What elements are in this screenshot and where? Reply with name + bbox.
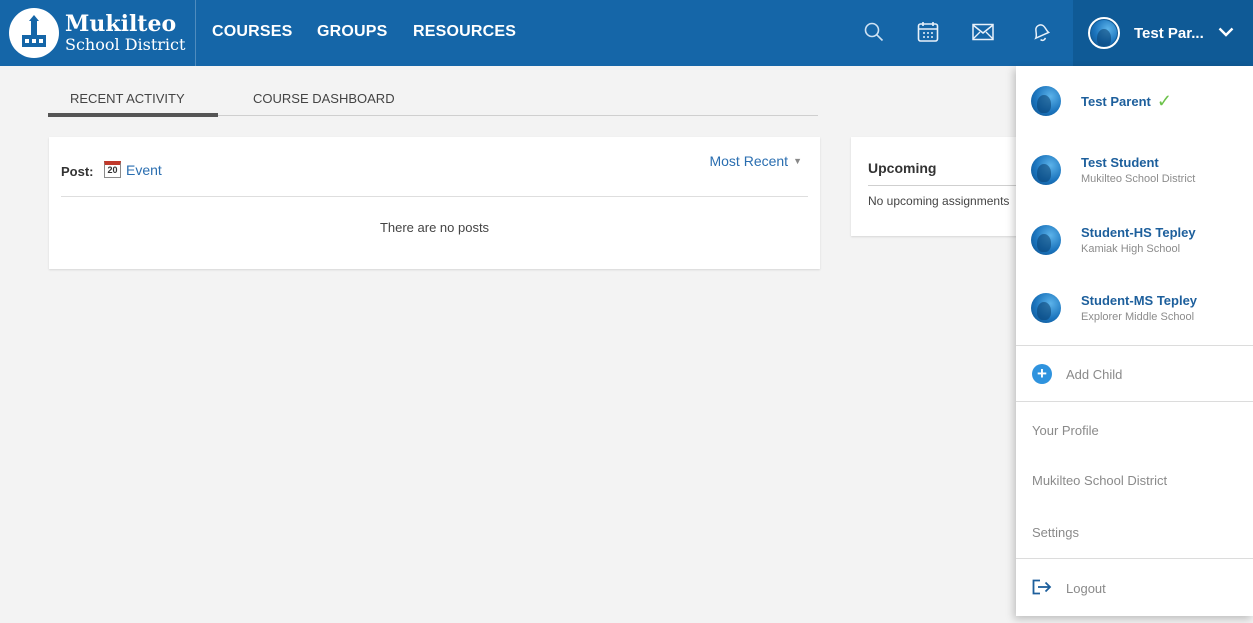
top-navigation-bar: Mukilteo School District COURSES GROUPS …	[0, 0, 1253, 66]
brand-subname: School District	[65, 35, 186, 54]
add-child-label: Add Child	[1066, 366, 1123, 382]
active-tab-indicator	[48, 113, 218, 117]
calendar-icon[interactable]	[915, 19, 941, 45]
post-label: Post:	[61, 164, 94, 179]
tab-recent-activity[interactable]: RECENT ACTIVITY	[70, 91, 185, 106]
add-child-button[interactable]: + Add Child	[1016, 355, 1253, 393]
your-profile-label: Your Profile	[1032, 422, 1099, 438]
mail-icon[interactable]	[970, 19, 996, 45]
divider	[1016, 401, 1253, 402]
divider	[1016, 558, 1253, 559]
chevron-down-icon	[1218, 24, 1234, 42]
your-profile-link[interactable]: Your Profile	[1016, 411, 1253, 449]
account-name: Student-HS Tepley	[1081, 225, 1196, 240]
account-item-test-parent[interactable]: Test Parent ✓	[1016, 72, 1253, 130]
nav-resources[interactable]: RESOURCES	[413, 23, 516, 41]
event-label: Event	[126, 161, 162, 178]
district-logo[interactable]: Mukilteo School District	[9, 7, 195, 59]
empty-feed-message: There are no posts	[379, 220, 490, 235]
avatar	[1031, 155, 1061, 185]
account-item-student-hs-tepley[interactable]: Student-HS Tepley Kamiak High School	[1016, 211, 1253, 269]
sort-dropdown[interactable]: Most Recent ▼	[709, 153, 802, 169]
post-event-button[interactable]: 20 Event	[104, 161, 162, 178]
tab-course-dashboard[interactable]: COURSE DASHBOARD	[253, 91, 395, 106]
settings-label: Settings	[1032, 524, 1079, 540]
lighthouse-seal-icon	[9, 8, 59, 58]
logout-label: Logout	[1066, 580, 1106, 596]
upcoming-title: Upcoming	[868, 160, 937, 176]
checkmark-icon: ✓	[1156, 90, 1172, 111]
user-menu-button[interactable]: Test Par...	[1073, 0, 1253, 66]
search-icon[interactable]	[861, 19, 887, 45]
account-item-student-ms-tepley[interactable]: Student-MS Tepley Explorer Middle School	[1016, 279, 1253, 337]
district-link[interactable]: Mukilteo School District	[1016, 461, 1253, 499]
account-name: Test Parent	[1081, 93, 1151, 109]
user-name-label: Test Par...	[1134, 24, 1204, 42]
divider	[1016, 345, 1253, 346]
avatar	[1031, 293, 1061, 323]
notifications-bell-icon[interactable]	[1028, 19, 1054, 45]
account-name: Student-MS Tepley	[1081, 293, 1198, 308]
avatar	[1088, 17, 1120, 49]
account-item-test-student[interactable]: Test Student Mukilteo School District	[1016, 141, 1253, 199]
district-label: Mukilteo School District	[1032, 472, 1168, 488]
divider	[195, 0, 196, 66]
nav-groups[interactable]: GROUPS	[317, 23, 388, 41]
caret-down-icon: ▼	[793, 156, 802, 166]
home-tabs: RECENT ACTIVITY COURSE DASHBOARD	[48, 86, 818, 117]
brand-name: Mukilteo	[65, 11, 177, 37]
divider	[868, 185, 1028, 186]
nav-courses[interactable]: COURSES	[212, 23, 293, 41]
settings-link[interactable]: Settings	[1016, 513, 1253, 551]
plus-circle-icon: +	[1032, 364, 1052, 384]
account-name: Test Student	[1081, 155, 1159, 170]
logout-arrow-icon	[1032, 579, 1052, 598]
upcoming-card: Upcoming No upcoming assignments	[851, 137, 1031, 236]
account-school: Explorer Middle School	[1081, 311, 1195, 323]
account-school: Mukilteo School District	[1081, 173, 1196, 185]
calendar-day-icon: 20	[104, 161, 121, 178]
account-switcher-menu: Test Parent ✓ Test Student Mukilteo Schoo…	[1016, 66, 1253, 616]
sort-label: Most Recent	[709, 153, 789, 169]
account-school: Kamiak High School	[1081, 243, 1181, 255]
upcoming-empty-message: No upcoming assignments	[868, 194, 1010, 208]
avatar	[1031, 86, 1061, 116]
activity-feed-card: Post: 20 Event Most Recent ▼ There are n…	[49, 137, 820, 269]
avatar	[1031, 225, 1061, 255]
logout-button[interactable]: Logout	[1016, 569, 1253, 607]
divider	[61, 196, 808, 197]
